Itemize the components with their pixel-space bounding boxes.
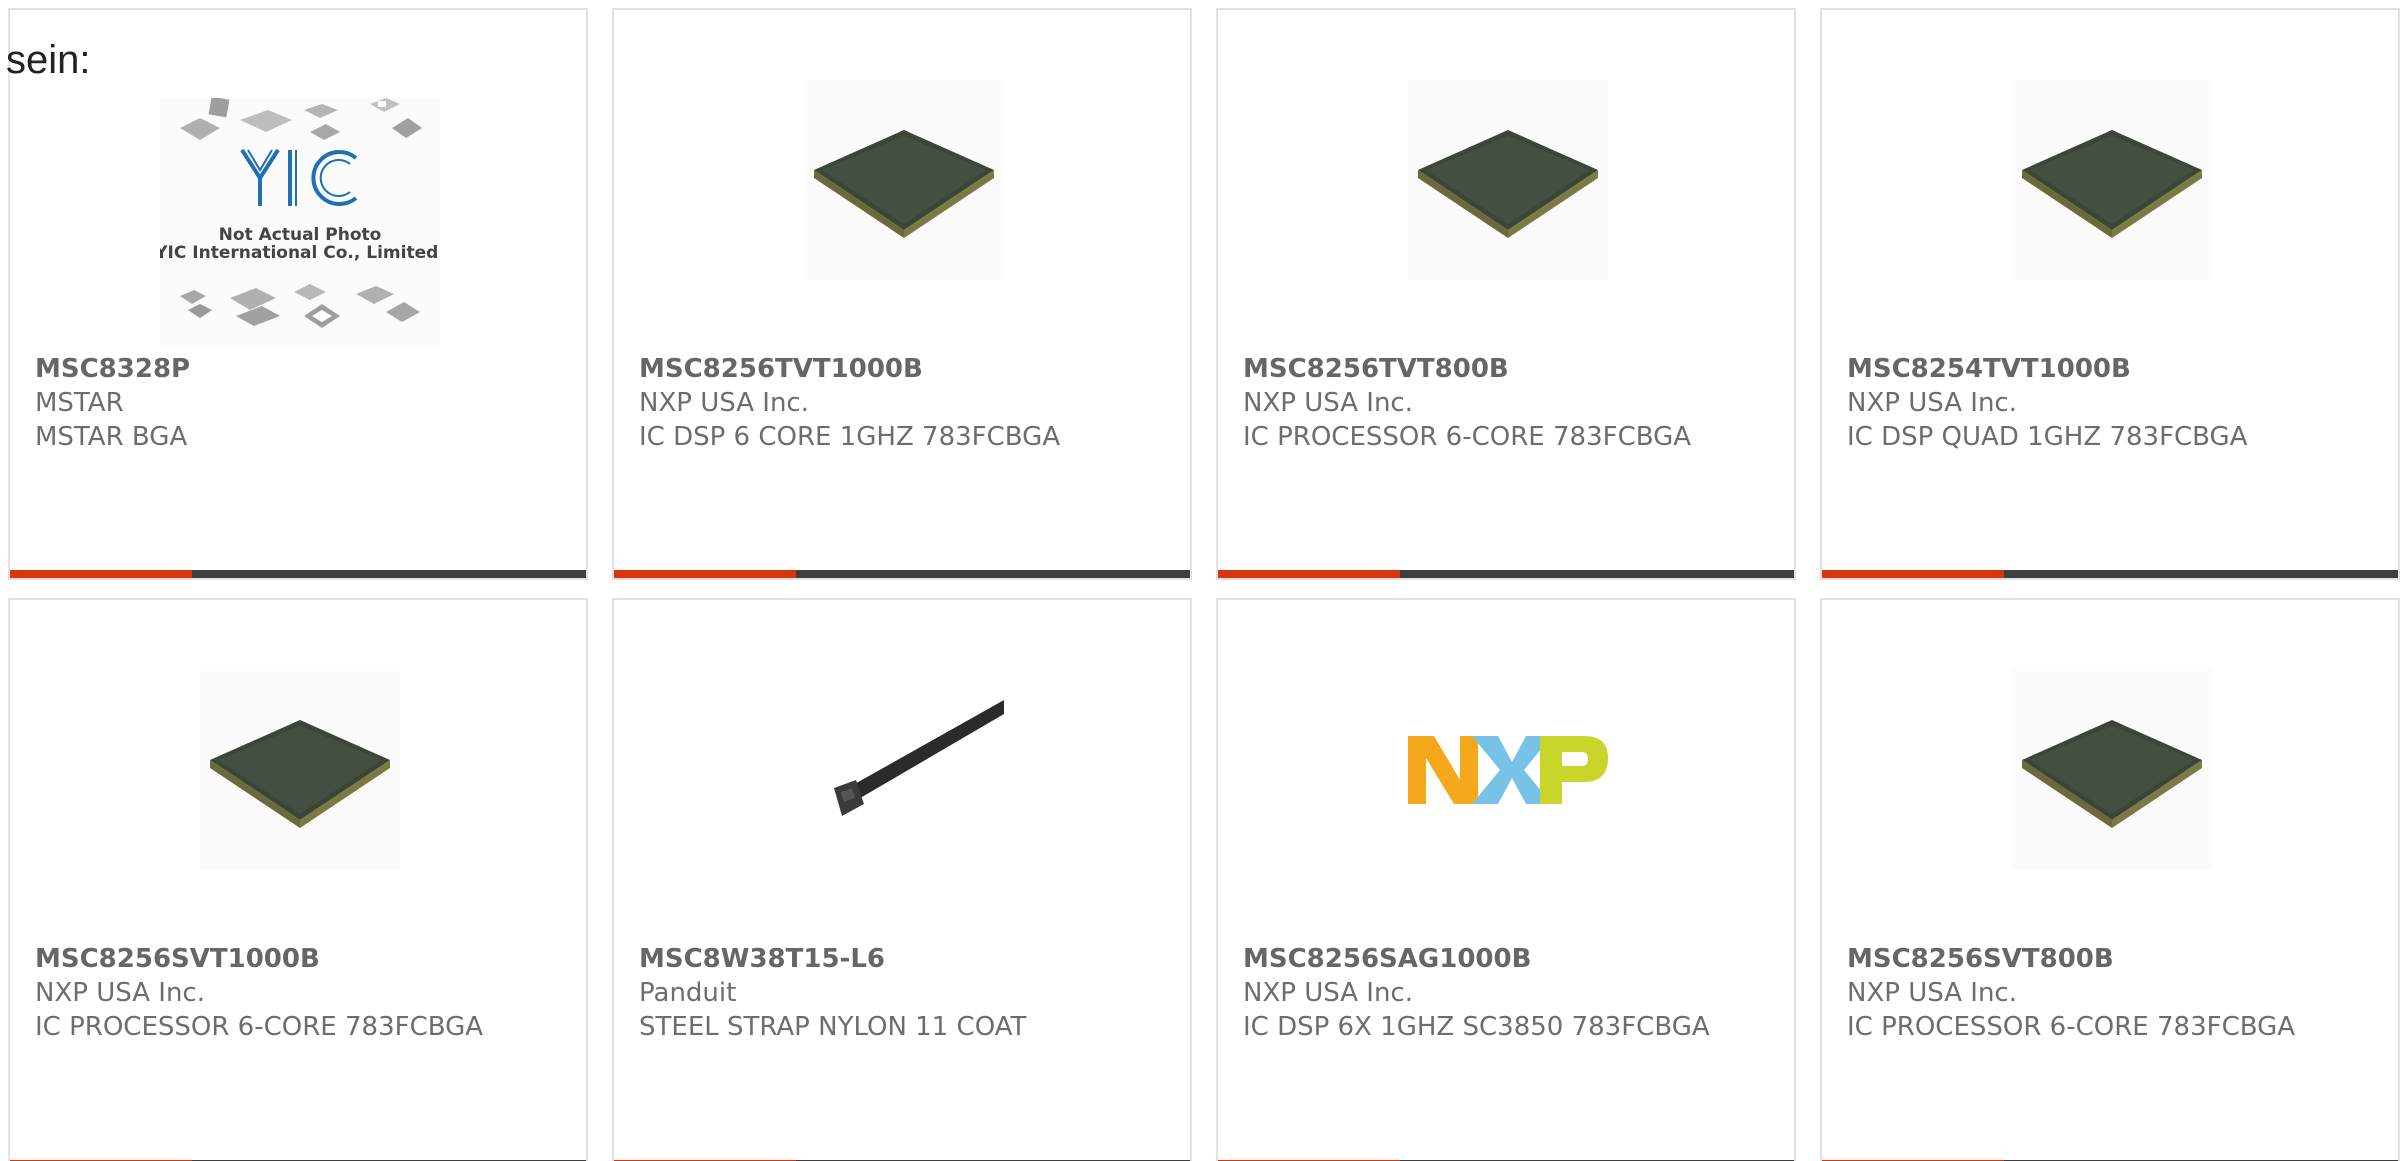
product-image[interactable] <box>804 670 1004 870</box>
product-info: MSC8256TVT1000B NXP USA Inc. IC DSP 6 CO… <box>639 352 1170 454</box>
product-card[interactable]: MSC8256SAG1000B NXP USA Inc. IC DSP 6X 1… <box>1216 598 1796 1161</box>
product-info: MSC8256SVT800B NXP USA Inc. IC PROCESSOR… <box>1847 942 2378 1044</box>
part-number[interactable]: MSC8256TVT800B <box>1243 352 1774 386</box>
bga-chip-icon <box>814 130 994 238</box>
description: STEEL STRAP NYLON 11 COAT <box>639 1012 1027 1042</box>
steel-strap-icon <box>834 700 1004 816</box>
part-number[interactable]: MSC8256SVT1000B <box>35 942 566 976</box>
part-number[interactable]: MSC8256SAG1000B <box>1243 942 1774 976</box>
description: IC PROCESSOR 6-CORE 783FCBGA <box>35 1012 484 1042</box>
product-card[interactable]: MSC8256SVT1000B NXP USA Inc. IC PROCESSO… <box>8 598 588 1161</box>
product-image[interactable] <box>2012 80 2212 280</box>
product-card[interactable]: MSC8256TVT1000B NXP USA Inc. IC DSP 6 CO… <box>612 8 1192 580</box>
manufacturer: NXP USA Inc. <box>1243 978 1413 1008</box>
product-image[interactable] <box>1408 80 1608 280</box>
part-number[interactable]: MSC8256SVT800B <box>1847 942 2378 976</box>
product-info: MSC8256SAG1000B NXP USA Inc. IC DSP 6X 1… <box>1243 942 1774 1044</box>
product-card[interactable]: MSC8W38T15-L6 Panduit STEEL STRAP NYLON … <box>612 598 1192 1161</box>
bga-chip-icon <box>2022 720 2202 828</box>
placeholder-photo-icon: Not Actual Photo YIC International Co., … <box>160 98 440 328</box>
product-image[interactable]: Not Actual Photo YIC International Co., … <box>160 98 440 348</box>
manufacturer: MSTAR <box>35 388 124 418</box>
product-info: MSC8256TVT800B NXP USA Inc. IC PROCESSOR… <box>1243 352 1774 454</box>
part-number[interactable]: MSC8254TVT1000B <box>1847 352 2378 386</box>
description: MSTAR BGA <box>35 422 188 452</box>
bga-chip-icon <box>1418 130 1598 238</box>
part-number[interactable]: MSC8328P <box>35 352 566 386</box>
manufacturer: NXP USA Inc. <box>1847 978 2017 1008</box>
product-info: MSC8256SVT1000B NXP USA Inc. IC PROCESSO… <box>35 942 566 1044</box>
product-image[interactable] <box>2012 670 2212 870</box>
bga-chip-icon <box>2022 130 2202 238</box>
product-info: MSC8328P MSTAR MSTAR BGA <box>35 352 566 454</box>
card-accent-bar <box>614 570 796 578</box>
part-number[interactable]: MSC8W38T15-L6 <box>639 942 1170 976</box>
description: IC DSP 6 CORE 1GHZ 783FCBGA <box>639 422 1061 452</box>
description: IC PROCESSOR 6-CORE 783FCBGA <box>1847 1012 2296 1042</box>
product-grid-page: sein: Not Actual Photo YIC International… <box>0 0 2400 1161</box>
card-accent-bar <box>1218 570 1400 578</box>
lead-text: sein: <box>6 38 91 82</box>
product-info: MSC8W38T15-L6 Panduit STEEL STRAP NYLON … <box>639 942 1170 1044</box>
product-info: MSC8254TVT1000B NXP USA Inc. IC DSP QUAD… <box>1847 352 2378 454</box>
card-accent-bar <box>10 570 192 578</box>
card-accent-bar <box>1822 570 2004 578</box>
description: IC DSP QUAD 1GHZ 783FCBGA <box>1847 422 2248 452</box>
manufacturer: NXP USA Inc. <box>639 388 809 418</box>
manufacturer: NXP USA Inc. <box>1847 388 2017 418</box>
placeholder-caption-1: Not Actual Photo <box>219 225 382 245</box>
nxp-logo-icon <box>1408 736 1608 804</box>
placeholder-caption-2: YIC International Co., Limited. <box>160 243 440 263</box>
bga-chip-icon <box>210 720 390 828</box>
card-bottom-bar <box>1218 570 1794 578</box>
manufacturer: Panduit <box>639 978 737 1008</box>
part-number[interactable]: MSC8256TVT1000B <box>639 352 1170 386</box>
card-bottom-bar <box>10 570 586 578</box>
product-image[interactable] <box>1408 670 1608 870</box>
card-bottom-bar <box>1822 570 2398 578</box>
description: IC PROCESSOR 6-CORE 783FCBGA <box>1243 422 1692 452</box>
manufacturer: NXP USA Inc. <box>1243 388 1413 418</box>
product-image[interactable] <box>200 670 400 870</box>
product-card[interactable]: MSC8256SVT800B NXP USA Inc. IC PROCESSOR… <box>1820 598 2400 1161</box>
card-bottom-bar <box>614 570 1190 578</box>
description: IC DSP 6X 1GHZ SC3850 783FCBGA <box>1243 1012 1710 1042</box>
manufacturer: NXP USA Inc. <box>35 978 205 1008</box>
product-card[interactable]: MSC8256TVT800B NXP USA Inc. IC PROCESSOR… <box>1216 8 1796 580</box>
product-image[interactable] <box>804 80 1004 280</box>
product-card[interactable]: MSC8254TVT1000B NXP USA Inc. IC DSP QUAD… <box>1820 8 2400 580</box>
product-card[interactable]: Not Actual Photo YIC International Co., … <box>8 8 588 580</box>
